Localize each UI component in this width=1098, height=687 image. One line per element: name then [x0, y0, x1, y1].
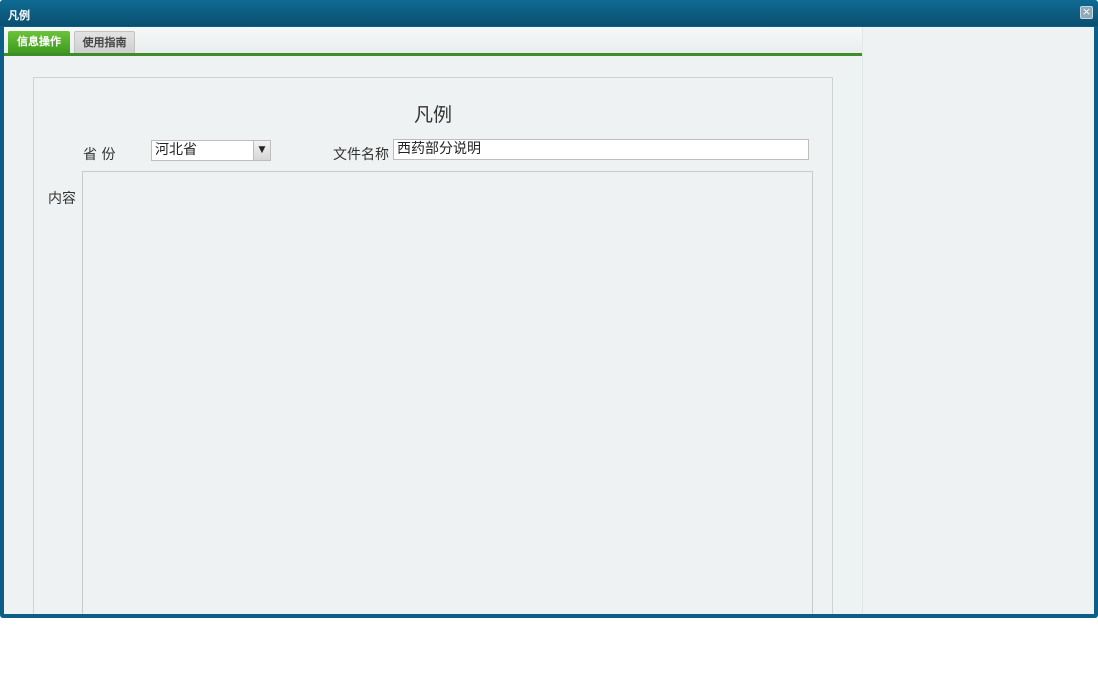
form-panel: 凡例 省 份 河北省 ▼ 文件名称 西药部分说明 内容: [33, 77, 833, 614]
window-title: 凡例: [8, 9, 30, 22]
dialog-content: 信息操作 使用指南 凡例 省 份 河北省 ▼ 文件名称 西药部分说明 内容: [4, 27, 1094, 614]
tab-bar: 信息操作 使用指南: [4, 27, 862, 56]
province-label: 省 份: [83, 147, 116, 163]
close-button[interactable]: ×: [1080, 6, 1093, 19]
right-pane: [862, 27, 1094, 614]
tab-user-guide[interactable]: 使用指南: [74, 31, 135, 53]
dialog-window: 凡例 × 信息操作 使用指南 凡例 省 份 河北省 ▼ 文件名称 西药部分说明 …: [0, 0, 1098, 618]
form-title: 凡例: [413, 104, 452, 126]
chevron-down-icon[interactable]: ▼: [253, 141, 270, 160]
province-select[interactable]: 河北省 ▼: [151, 140, 271, 161]
content-textarea[interactable]: [82, 171, 813, 614]
close-icon: ×: [1081, 5, 1092, 18]
content-label: 内容: [48, 191, 76, 207]
tab-info-operation[interactable]: 信息操作: [8, 31, 70, 53]
province-select-value: 河北省: [155, 142, 197, 158]
filename-label: 文件名称: [333, 147, 389, 163]
title-bar[interactable]: 凡例 ×: [0, 0, 1098, 26]
filename-input[interactable]: 西药部分说明: [393, 139, 809, 160]
